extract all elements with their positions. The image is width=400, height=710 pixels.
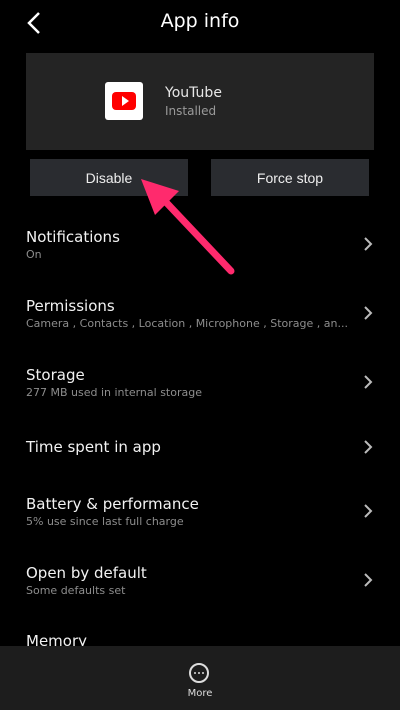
app-name: YouTube bbox=[165, 85, 222, 101]
force-stop-button[interactable]: Force stop bbox=[211, 159, 369, 196]
setting-subtitle: 277 MB used in internal storage bbox=[26, 386, 202, 399]
youtube-app-icon bbox=[105, 82, 143, 120]
disable-button[interactable]: Disable bbox=[30, 159, 188, 196]
chevron-right-icon bbox=[364, 375, 373, 389]
setting-title: Permissions bbox=[26, 297, 115, 315]
chevron-right-icon bbox=[364, 573, 373, 587]
setting-title: Open by default bbox=[26, 564, 147, 582]
setting-row-time-spent[interactable]: Time spent in app bbox=[0, 428, 400, 480]
setting-row-storage[interactable]: Storage 277 MB used in internal storage bbox=[0, 360, 400, 412]
setting-subtitle: Camera , Contacts , Location , Microphon… bbox=[26, 317, 348, 330]
setting-subtitle: On bbox=[26, 248, 42, 261]
chevron-right-icon bbox=[364, 306, 373, 320]
setting-row-notifications[interactable]: Notifications On bbox=[0, 222, 400, 274]
more-label[interactable]: More bbox=[0, 688, 400, 699]
chevron-right-icon bbox=[364, 237, 373, 251]
bottom-action-bar: More bbox=[0, 646, 400, 710]
setting-subtitle: Some defaults set bbox=[26, 584, 126, 597]
app-summary-card: YouTube Installed bbox=[26, 53, 374, 150]
header: App info bbox=[0, 0, 400, 48]
setting-subtitle: 5% use since last full charge bbox=[26, 515, 184, 528]
chevron-right-icon bbox=[364, 440, 373, 454]
setting-title: Notifications bbox=[26, 228, 120, 246]
setting-title: Time spent in app bbox=[26, 438, 161, 456]
setting-row-open-by-default[interactable]: Open by default Some defaults set bbox=[0, 558, 400, 610]
setting-title: Battery & performance bbox=[26, 495, 199, 513]
more-icon[interactable] bbox=[189, 663, 209, 683]
chevron-right-icon bbox=[364, 504, 373, 518]
youtube-play-icon bbox=[112, 92, 136, 110]
setting-row-battery[interactable]: Battery & performance 5% use since last … bbox=[0, 489, 400, 541]
page-title: App info bbox=[160, 10, 240, 32]
setting-title: Storage bbox=[26, 366, 85, 384]
setting-row-permissions[interactable]: Permissions Camera , Contacts , Location… bbox=[0, 291, 400, 343]
app-status: Installed bbox=[165, 104, 217, 118]
